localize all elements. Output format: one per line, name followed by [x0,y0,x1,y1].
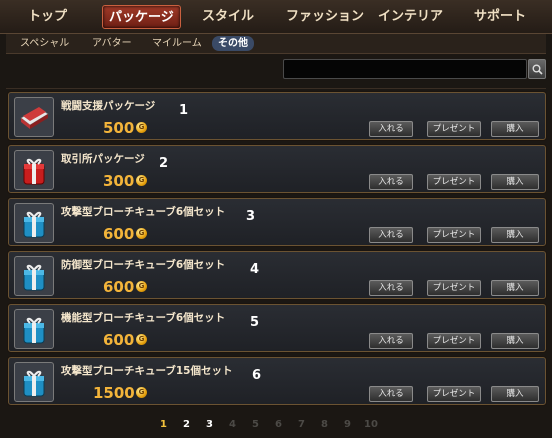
item-number: 1 [179,103,189,118]
page-link-9[interactable]: 9 [344,419,351,430]
coin-icon: G [136,122,147,133]
page-link-10[interactable]: 10 [364,419,378,430]
list-item: 取引所パッケージ 300 G 2 入れる プレゼント 購入 [8,145,546,193]
buy-button[interactable]: 購入 [491,333,539,349]
item-price: 1500 [93,384,135,402]
item-number: 6 [252,368,262,383]
page-link-6[interactable]: 6 [275,419,282,430]
present-button[interactable]: プレゼント [427,333,481,349]
blue-gift-box-icon [14,309,54,349]
item-price: 600 [103,278,135,296]
page-link-8[interactable]: 8 [321,419,328,430]
tab-top[interactable]: トップ [22,5,73,29]
page-link-1[interactable]: 1 [160,419,167,430]
item-price: 600 [103,331,135,349]
subtab-other[interactable]: その他 [212,36,254,51]
page-link-4[interactable]: 4 [229,419,236,430]
item-number: 2 [159,156,169,171]
list-item: 攻撃型ブローチキューブ15個セット 1500 G 6 入れる プレゼント 購入 [8,357,546,405]
tab-style[interactable]: スタイル [196,5,260,29]
buy-button[interactable]: 購入 [491,174,539,190]
page-link-3[interactable]: 3 [206,419,213,430]
add-to-cart-button[interactable]: 入れる [369,386,413,402]
add-to-cart-button[interactable]: 入れる [369,333,413,349]
page-link-2[interactable]: 2 [183,419,190,430]
item-name: 取引所パッケージ [61,153,145,165]
subtab-special[interactable]: スペシャル [14,36,75,51]
subtab-avatar[interactable]: アバター [86,36,138,51]
search-button[interactable] [528,59,546,79]
pagination: 1 2 3 4 5 6 7 8 9 10 [0,419,552,435]
item-number: 5 [250,315,260,330]
list-item: 機能型ブローチキューブ6個セット 600 G 5 入れる プレゼント 購入 [8,304,546,352]
add-to-cart-button[interactable]: 入れる [369,121,413,137]
search-icon [532,64,543,75]
buy-button[interactable]: 購入 [491,386,539,402]
blue-gift-box-icon [14,203,54,243]
add-to-cart-button[interactable]: 入れる [369,174,413,190]
buy-button[interactable]: 購入 [491,280,539,296]
red-book-icon [14,97,54,137]
item-name: 防御型ブローチキューブ6個セット [61,259,226,271]
list-item: 戦闘支援パッケージ 500 G 1 入れる プレゼント 購入 [8,92,546,140]
present-button[interactable]: プレゼント [427,121,481,137]
tab-interior[interactable]: インテリア [372,5,449,29]
list-item: 攻撃型ブローチキューブ6個セット 600 G 3 入れる プレゼント 購入 [8,198,546,246]
coin-icon: G [136,281,147,292]
item-name: 機能型ブローチキューブ6個セット [61,312,226,324]
present-button[interactable]: プレゼント [427,174,481,190]
page-link-7[interactable]: 7 [298,419,305,430]
buy-button[interactable]: 購入 [491,121,539,137]
tab-fashion[interactable]: ファッション [280,5,370,29]
blue-gift-box-icon [14,256,54,296]
item-price: 600 [103,225,135,243]
top-nav: トップ パッケージ スタイル ファッション インテリア サポート [0,0,552,34]
list-item: 防御型ブローチキューブ6個セット 600 G 4 入れる プレゼント 購入 [8,251,546,299]
page-link-5[interactable]: 5 [252,419,259,430]
item-list: 戦闘支援パッケージ 500 G 1 入れる プレゼント 購入 取引所パッケージ … [6,88,546,408]
tab-support[interactable]: サポート [468,5,532,29]
coin-icon: G [136,228,147,239]
present-button[interactable]: プレゼント [427,386,481,402]
item-name: 攻撃型ブローチキューブ6個セット [61,206,226,218]
item-price: 500 [103,119,135,137]
item-name: 攻撃型ブローチキューブ15個セット [61,365,233,377]
search-input[interactable] [283,59,527,79]
item-name: 戦闘支援パッケージ [61,100,156,112]
subtab-myroom[interactable]: マイルーム [146,36,208,51]
buy-button[interactable]: 購入 [491,227,539,243]
present-button[interactable]: プレゼント [427,227,481,243]
item-number: 3 [246,209,256,224]
item-price: 300 [103,172,135,190]
coin-icon: G [136,334,147,345]
tab-package[interactable]: パッケージ [102,5,181,29]
item-number: 4 [250,262,260,277]
add-to-cart-button[interactable]: 入れる [369,227,413,243]
present-button[interactable]: プレゼント [427,280,481,296]
red-gift-box-icon [14,150,54,190]
sub-nav: スペシャル アバター マイルーム その他 [6,34,546,54]
coin-icon: G [136,387,147,398]
add-to-cart-button[interactable]: 入れる [369,280,413,296]
blue-gift-box-icon [14,362,54,402]
coin-icon: G [136,175,147,186]
